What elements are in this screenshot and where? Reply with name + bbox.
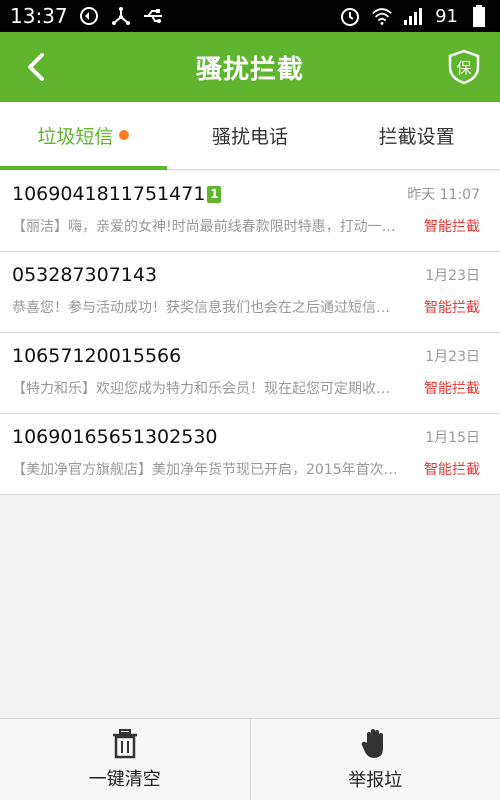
tab-spam-sms[interactable]: 垃圾短信	[0, 102, 167, 170]
sender-number-container: 1069041811751471 1	[12, 183, 222, 205]
signal-icon	[403, 5, 425, 27]
block-tag: 智能拦截	[424, 462, 480, 478]
page-title: 骚扰拦截	[195, 54, 304, 85]
status-bar-right: 91	[339, 5, 490, 27]
clear-all-label: 一键清空	[88, 768, 161, 790]
block-tag: 智能拦截	[424, 300, 480, 316]
message-preview: 【美加净官方旗舰店】美加净年货节现已开启，2015年首次…	[12, 462, 398, 478]
wifi-icon	[371, 5, 393, 27]
message-preview: 恭喜您！参与活动成功！获奖信息我们也会在之后通过短信…	[12, 300, 390, 316]
usb-tether-icon	[110, 5, 132, 27]
back-button[interactable]	[14, 42, 58, 92]
battery-level: 91	[435, 5, 458, 27]
status-bar: 13:37 91	[0, 0, 500, 32]
tab-block-settings[interactable]: 拦截设置	[333, 102, 500, 169]
protection-button[interactable]: 保	[442, 45, 486, 89]
sender-number: 1069041811751471	[12, 183, 206, 205]
sender-number: 10657120015566	[12, 345, 182, 367]
list-item[interactable]: 1069041811751471 1 昨天 11:07 【丽洁】嗨，亲爱的女神!…	[0, 171, 500, 252]
bottom-action-bar: 一键清空 举报垃	[0, 718, 500, 800]
list-item[interactable]: 10690165651302530 1月15日 【美加净官方旗舰店】美加净年货节…	[0, 414, 500, 495]
hand-stop-icon	[361, 728, 384, 758]
tab-bar: 垃圾短信 骚扰电话 拦截设置	[0, 102, 500, 170]
alarm-icon	[339, 5, 361, 27]
block-tag: 智能拦截	[424, 219, 480, 235]
message-time: 昨天 11:07	[407, 187, 480, 203]
chevron-left-icon	[28, 53, 44, 81]
tab-label: 拦截设置	[378, 126, 455, 148]
tab-harassing-calls[interactable]: 骚扰电话	[167, 102, 334, 169]
trash-icon	[112, 728, 137, 758]
status-bar-left: 13:37	[10, 4, 164, 28]
sender-number-container: 053287307143	[12, 264, 157, 286]
unread-dot	[119, 129, 130, 140]
block-tag: 智能拦截	[424, 381, 480, 397]
message-preview: 【丽洁】嗨，亲爱的女神!时尚最前线春款限时特惠，打动一…	[12, 219, 396, 235]
message-preview: 【特力和乐】欢迎您成为特力和乐会员！现在起您可定期收…	[12, 381, 390, 397]
tab-label: 垃圾短信	[37, 126, 114, 148]
tab-label: 骚扰电话	[212, 126, 289, 148]
status-time: 13:37	[10, 4, 68, 28]
shield-label: 保	[456, 59, 471, 77]
sender-number: 10690165651302530	[12, 426, 218, 448]
message-time: 1月15日	[425, 430, 480, 446]
title-bar: 骚扰拦截 保	[0, 32, 500, 102]
sender-number: 053287307143	[12, 264, 158, 286]
sync-icon	[78, 5, 100, 27]
message-list: 1069041811751471 1 昨天 11:07 【丽洁】嗨，亲爱的女神!…	[0, 171, 500, 495]
unread-count-badge: 1	[207, 185, 222, 203]
sender-number-container: 10690165651302530	[12, 426, 218, 448]
report-spam-label: 举报垃	[348, 769, 403, 791]
list-item[interactable]: 10657120015566 1月23日 【特力和乐】欢迎您成为特力和乐会员！现…	[0, 333, 500, 414]
list-item[interactable]: 053287307143 1月23日 恭喜您！参与活动成功！获奖信息我们也会在之…	[0, 252, 500, 333]
usb-icon	[142, 5, 164, 27]
active-tab-indicator	[0, 166, 167, 170]
message-time: 1月23日	[425, 268, 480, 284]
shield-icon: 保	[448, 49, 480, 85]
battery-icon	[468, 5, 490, 27]
message-time: 1月23日	[425, 349, 480, 365]
clear-all-button[interactable]: 一键清空	[0, 719, 250, 800]
sender-number-container: 10657120015566	[12, 345, 181, 367]
report-spam-button[interactable]: 举报垃	[249, 719, 500, 800]
